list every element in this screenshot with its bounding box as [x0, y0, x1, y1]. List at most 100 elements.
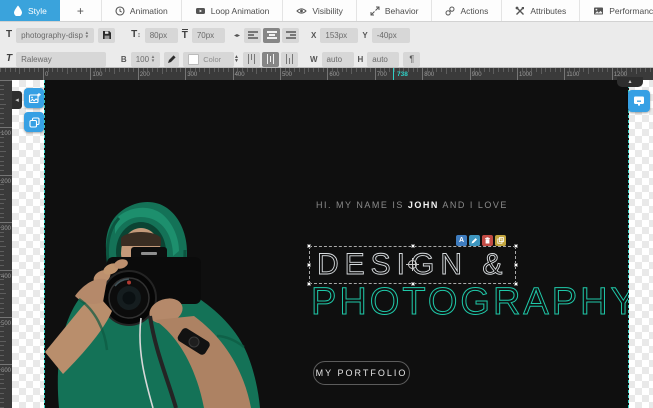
stepper-icon: ▲▼ — [151, 55, 155, 63]
collapse-toolbar-tab[interactable]: ▴ — [617, 77, 643, 87]
tab-label: Performance — [609, 6, 653, 16]
color-input[interactable]: Color — [183, 52, 234, 67]
font-weight-input[interactable]: 100 ▲▼ — [131, 52, 160, 67]
ruler-tick — [162, 68, 163, 74]
ruler-tick — [574, 68, 575, 72]
slide[interactable]: HI. MY NAME IS JOHN AND I LOVE A — [44, 80, 629, 408]
ruler-tick — [0, 241, 4, 242]
ruler-tick — [0, 184, 4, 185]
heading-photography[interactable]: PHOTOGRAPHY — [311, 283, 629, 321]
ruler-tick — [342, 68, 343, 72]
tools-icon — [515, 6, 525, 16]
edit-button[interactable] — [469, 235, 480, 246]
ruler-tick — [0, 336, 4, 337]
ruler-tick — [470, 68, 471, 80]
ruler-tick — [19, 68, 20, 74]
ruler-tick — [90, 68, 91, 80]
horizontal-ruler[interactable]: 0100200300400500600700800900100011001200… — [0, 68, 653, 80]
align-top-button[interactable] — [243, 52, 260, 67]
ruler-tick — [0, 284, 4, 285]
resize-handle[interactable] — [514, 244, 518, 248]
ruler-tick — [109, 68, 110, 72]
resize-handle[interactable] — [514, 263, 518, 267]
ruler-tick — [95, 68, 96, 72]
ruler-tick — [242, 68, 243, 72]
ruler-tick — [0, 303, 4, 304]
ruler-tick — [124, 68, 125, 72]
ruler-tick — [0, 369, 4, 370]
ruler-tick — [0, 217, 4, 218]
ruler-tick — [0, 379, 4, 380]
y-position-value: -40px — [377, 31, 397, 40]
ruler-tick — [147, 68, 148, 72]
duplicate-button[interactable] — [495, 235, 506, 246]
rotate-handle[interactable] — [408, 260, 417, 269]
ruler-label: 0 — [45, 72, 48, 78]
vertical-ruler[interactable]: 100200300400500600 — [0, 80, 12, 408]
slide-editor-window: Style + Animation Loop Animation Visibil… — [0, 0, 653, 408]
align-center-button[interactable] — [263, 28, 280, 43]
tab-visibility[interactable]: Visibility — [283, 0, 357, 21]
tab-behavior[interactable]: Behavior — [357, 0, 433, 21]
ruler-label: 300 — [187, 72, 197, 78]
ruler-tick — [0, 175, 12, 176]
tab-animation[interactable]: Animation — [102, 0, 182, 21]
ruler-tick — [214, 68, 215, 72]
collapse-panel-tab[interactable]: ◂ — [12, 91, 22, 109]
eyedropper-button[interactable] — [164, 52, 179, 67]
ruler-tick — [209, 68, 210, 74]
ruler-tick — [0, 85, 4, 86]
line-height-input[interactable]: 70px — [192, 28, 225, 43]
duplicate-element-button[interactable] — [24, 112, 44, 132]
font-size-input[interactable]: 80px — [145, 28, 178, 43]
ruler-tick — [323, 68, 324, 72]
tab-label: Animation — [130, 6, 168, 16]
ruler-tick — [545, 68, 546, 72]
ruler-tick — [489, 68, 490, 72]
align-left-button[interactable] — [244, 28, 261, 43]
ruler-tick — [0, 345, 4, 346]
align-bottom-button[interactable] — [281, 52, 298, 67]
align-right-button[interactable] — [282, 28, 299, 43]
add-image-button[interactable] — [24, 88, 44, 108]
tab-attributes[interactable]: Attributes — [502, 0, 580, 21]
x-position-input[interactable]: 153px — [320, 28, 358, 43]
ruler-tick — [0, 108, 4, 109]
my-portfolio-button[interactable]: MY PORTFOLIO — [313, 361, 410, 385]
ruler-tick — [0, 232, 4, 233]
ruler-tick — [465, 68, 466, 72]
paragraph-button[interactable]: ¶ — [403, 52, 420, 67]
ruler-tick — [555, 68, 556, 72]
ruler-tick — [0, 170, 4, 171]
save-style-button[interactable] — [98, 28, 115, 43]
tab-loop-animation[interactable]: Loop Animation — [182, 0, 284, 21]
ruler-tick — [280, 68, 281, 80]
y-position-input[interactable]: -40px — [372, 28, 410, 43]
canvas-workspace[interactable]: HI. MY NAME IS JOHN AND I LOVE A — [12, 80, 653, 408]
intro-text[interactable]: HI. MY NAME IS JOHN AND I LOVE — [316, 200, 508, 210]
resize-handle[interactable] — [307, 263, 311, 267]
resize-handle[interactable] — [307, 244, 311, 248]
droplet-icon — [13, 5, 23, 16]
ruler-tick — [48, 68, 49, 72]
align-middle-button[interactable] — [262, 52, 279, 67]
ruler-tick — [541, 68, 542, 74]
width-input[interactable]: auto — [322, 52, 354, 67]
font-family-input[interactable]: Raleway — [16, 52, 106, 67]
tab-style[interactable]: Style — [0, 0, 60, 21]
font-style-select[interactable]: photography-disp ▲▼ — [16, 28, 94, 43]
selection-box[interactable]: DESIGN & — [309, 246, 516, 284]
preview-button[interactable] — [628, 90, 650, 112]
ruler-tick — [38, 68, 39, 72]
ruler-tick — [365, 68, 366, 72]
ruler-tick — [351, 68, 352, 74]
height-input[interactable]: auto — [367, 52, 399, 67]
ruler-tick — [0, 222, 12, 223]
add-tab-button[interactable]: + — [60, 0, 102, 21]
tab-actions[interactable]: Actions — [432, 0, 502, 21]
color-swatch[interactable] — [188, 54, 199, 65]
tab-performance[interactable]: Performance — [580, 0, 653, 21]
delete-button[interactable] — [482, 235, 493, 246]
resize-handle[interactable] — [411, 244, 415, 248]
text-edit-button[interactable]: A — [456, 235, 467, 246]
